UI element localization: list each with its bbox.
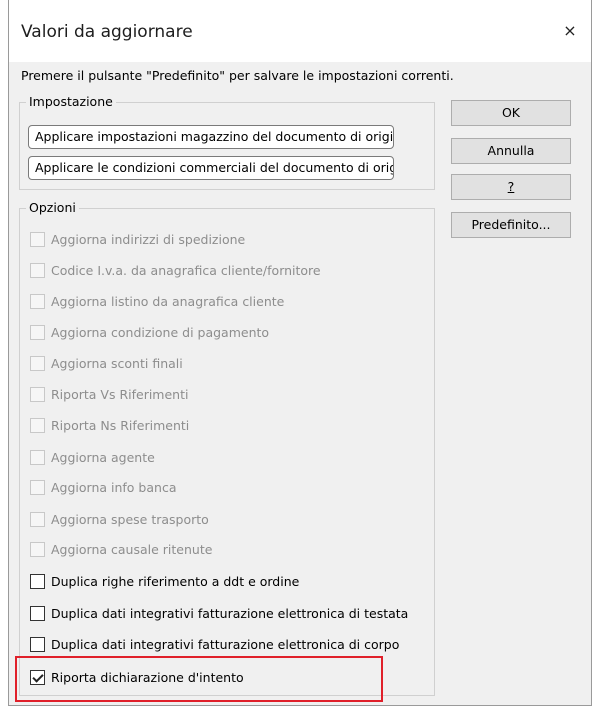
impostazione-legend: Impostazione (26, 94, 116, 109)
option-checkbox[interactable] (30, 669, 45, 685)
help-button-label: ? (507, 179, 515, 194)
option-label: Codice I.v.a. da anagrafica cliente/forn… (51, 262, 321, 278)
option-label: Aggiorna sconti finali (51, 355, 183, 371)
option-row: Riporta Ns Riferimenti (30, 415, 189, 435)
option-row: Codice I.v.a. da anagrafica cliente/forn… (30, 260, 321, 280)
title-bar: Valori da aggiornare × (9, 0, 591, 62)
option-row: Aggiorna indirizzi di spedizione (30, 229, 245, 249)
option-row: Aggiorna condizione di pagamento (30, 322, 269, 342)
option-label: Riporta Vs Riferimenti (51, 386, 189, 402)
option-checkbox (30, 231, 45, 247)
option-checkbox (30, 511, 45, 527)
option-label: Aggiorna indirizzi di spedizione (51, 231, 246, 247)
option-label: Aggiorna condizione di pagamento (51, 324, 270, 340)
option-row[interactable]: Duplica dati integrativi fatturazione el… (30, 634, 399, 654)
instruction-text: Premere il pulsante "Predefinito" per sa… (21, 68, 454, 83)
setting-magazzino-origine[interactable]: Applicare impostazioni magazzino del doc… (28, 125, 394, 149)
option-row[interactable]: Duplica righe riferimento a ddt e ordine (30, 571, 299, 591)
opzioni-legend: Opzioni (26, 200, 79, 215)
option-checkbox (30, 262, 45, 278)
predefinito-button[interactable]: Predefinito... (451, 212, 571, 238)
option-label: Duplica dati integrativi fatturazione el… (51, 636, 400, 652)
option-checkbox[interactable] (30, 605, 45, 621)
option-row: Aggiorna causale ritenute (30, 539, 212, 559)
dialog-content: Premere il pulsante "Predefinito" per sa… (9, 62, 591, 705)
option-checkbox (30, 293, 45, 309)
option-row: Riporta Vs Riferimenti (30, 384, 188, 404)
annulla-button[interactable]: Annulla (451, 138, 571, 164)
option-checkbox (30, 449, 45, 465)
impostazione-group: Impostazione Applicare impostazioni maga… (19, 94, 435, 190)
option-label: Aggiorna listino da anagrafica cliente (51, 293, 285, 309)
dialog-window: Valori da aggiornare × Premere il pulsan… (8, 0, 592, 706)
option-checkbox[interactable] (30, 636, 45, 652)
option-checkbox (30, 324, 45, 340)
option-label: Duplica righe riferimento a ddt e ordine (51, 573, 300, 589)
close-icon[interactable]: × (559, 20, 581, 42)
option-row[interactable]: Riporta dichiarazione d'intento (30, 667, 244, 687)
option-label: Aggiorna agente (51, 449, 155, 465)
option-label: Duplica dati integrativi fatturazione el… (51, 605, 409, 621)
option-checkbox (30, 417, 45, 433)
option-checkbox (30, 479, 45, 495)
option-label: Aggiorna info banca (51, 479, 177, 495)
option-row: Aggiorna info banca (30, 477, 176, 497)
option-row: Aggiorna listino da anagrafica cliente (30, 291, 284, 311)
dialog-title: Valori da aggiornare (21, 22, 193, 42)
option-label: Aggiorna spese trasporto (51, 511, 209, 527)
opzioni-group: Opzioni Aggiorna indirizzi di spedizione… (19, 200, 435, 696)
option-label: Riporta Ns Riferimenti (51, 417, 190, 433)
help-button[interactable]: ? (451, 174, 571, 200)
option-label: Riporta dichiarazione d'intento (51, 669, 244, 685)
option-checkbox (30, 386, 45, 402)
option-checkbox[interactable] (30, 573, 45, 589)
option-label: Aggiorna causale ritenute (51, 541, 213, 557)
option-row: Aggiorna agente (30, 447, 155, 467)
ok-button[interactable]: OK (451, 100, 571, 126)
option-row: Aggiorna spese trasporto (30, 509, 209, 529)
option-checkbox (30, 541, 45, 557)
option-checkbox (30, 355, 45, 371)
setting-condizioni-commerciali-origine[interactable]: Applicare le condizioni commerciali del … (28, 156, 394, 180)
option-row: Aggiorna sconti finali (30, 353, 183, 373)
option-row[interactable]: Duplica dati integrativi fatturazione el… (30, 603, 408, 623)
